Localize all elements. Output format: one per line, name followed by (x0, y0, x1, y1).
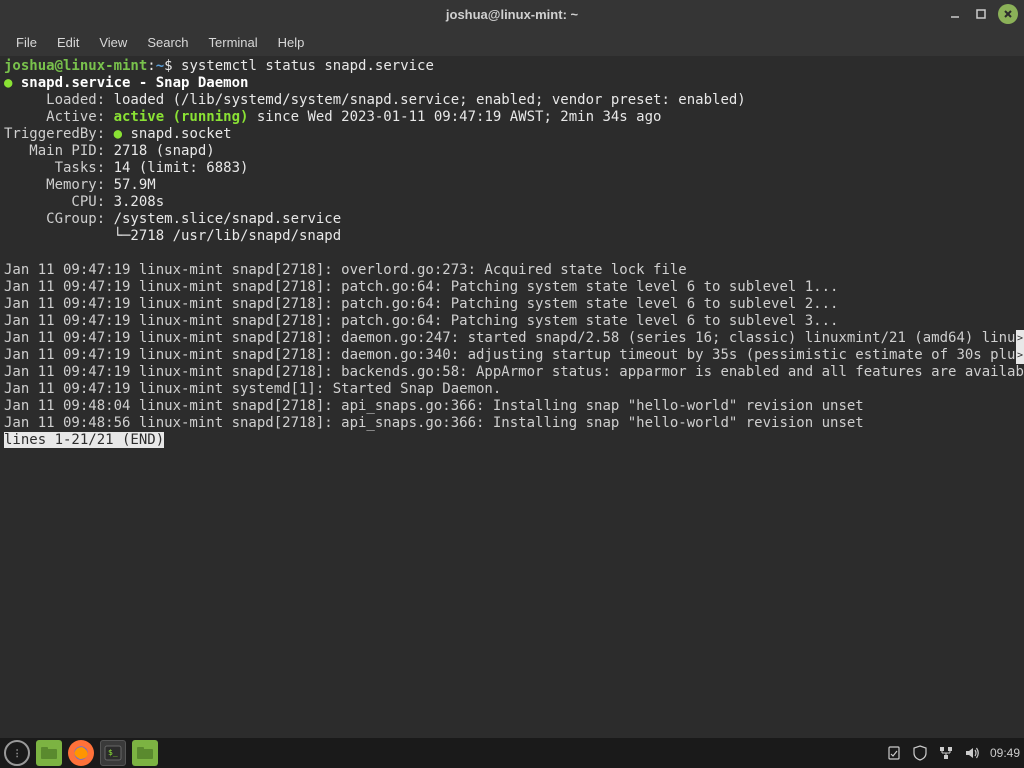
triggered-dot-icon: ● (114, 126, 122, 142)
loaded-value: loaded (/lib/systemd/system/snapd.servic… (114, 92, 746, 108)
files-launcher[interactable] (132, 740, 158, 766)
command: systemctl status snapd.service (181, 58, 434, 74)
firefox-launcher[interactable] (68, 740, 94, 766)
log-line: Jan 11 09:48:04 linux-mint snapd[2718]: … (4, 398, 864, 414)
scroll-indicator: > (1016, 330, 1024, 347)
log-line: Jan 11 09:47:19 linux-mint systemd[1]: S… (4, 381, 501, 397)
taskbar[interactable]: ⋮⋮ $_ 09:49 (0, 738, 1024, 768)
log-line: Jan 11 09:47:19 linux-mint snapd[2718]: … (4, 296, 838, 312)
log-line: Jan 11 09:47:19 linux-mint snapd[2718]: … (4, 279, 838, 295)
pager-status: lines 1-21/21 (END) (4, 432, 164, 448)
menu-terminal[interactable]: Terminal (199, 31, 268, 54)
menu-file[interactable]: File (6, 31, 47, 54)
status-dot-icon: ● (4, 75, 12, 91)
log-line: Jan 11 09:47:19 linux-mint snapd[2718]: … (4, 347, 1024, 363)
prompt-dollar: $ (164, 58, 172, 74)
terminal-area[interactable]: joshua@linux-mint:~$ systemctl status sn… (0, 56, 1024, 738)
taskbar-right: 09:49 (886, 745, 1020, 761)
clock[interactable]: 09:49 (990, 746, 1020, 760)
tasks-value: 14 (limit: 6883) (114, 160, 249, 176)
log-line: Jan 11 09:48:56 linux-mint snapd[2718]: … (4, 415, 864, 431)
command-text (173, 58, 181, 74)
log-line: Jan 11 09:47:19 linux-mint snapd[2718]: … (4, 330, 1024, 346)
prompt-user: joshua@linux-mint (4, 58, 147, 74)
show-desktop-button[interactable] (36, 740, 62, 766)
scroll-indicator: > (1016, 347, 1024, 364)
active-value: active (running) (114, 109, 249, 125)
log-line: Jan 11 09:47:19 linux-mint snapd[2718]: … (4, 262, 687, 278)
volume-icon[interactable] (964, 745, 980, 761)
prompt-sep: : (147, 58, 155, 74)
titlebar[interactable]: joshua@linux-mint: ~ (0, 0, 1024, 28)
svg-text:⋮⋮: ⋮⋮ (12, 749, 24, 759)
cgroup-label: CGroup: (4, 211, 114, 227)
window-buttons (946, 4, 1018, 24)
active-since: since Wed 2023-01-11 09:47:19 AWST; 2min… (248, 109, 661, 125)
maximize-button[interactable] (972, 5, 990, 23)
prompt-path: ~ (156, 58, 164, 74)
minimize-button[interactable] (946, 5, 964, 23)
menu-help[interactable]: Help (268, 31, 315, 54)
menubar: File Edit View Search Terminal Help (0, 28, 1024, 56)
svg-text:$_: $_ (108, 748, 118, 757)
log-line: Jan 11 09:47:19 linux-mint snapd[2718]: … (4, 364, 1024, 380)
log-line: Jan 11 09:47:19 linux-mint snapd[2718]: … (4, 313, 838, 329)
memory-value: 57.9M (114, 177, 156, 193)
terminal-window: joshua@linux-mint: ~ File Edit View Sear… (0, 0, 1024, 738)
mainpid-value: 2718 (snapd) (114, 143, 215, 159)
shield-icon[interactable] (912, 745, 928, 761)
menu-edit[interactable]: Edit (47, 31, 89, 54)
unit-name: snapd.service - Snap Daemon (21, 75, 249, 91)
active-label: Active: (4, 109, 114, 125)
triggered-label: TriggeredBy: (4, 126, 114, 142)
loaded-label: Loaded: (4, 92, 114, 108)
mint-menu-button[interactable]: ⋮⋮ (4, 740, 30, 766)
menu-search[interactable]: Search (137, 31, 198, 54)
menu-view[interactable]: View (89, 31, 137, 54)
cpu-label: CPU: (4, 194, 114, 210)
update-manager-icon[interactable] (886, 745, 902, 761)
taskbar-left: ⋮⋮ $_ (4, 740, 158, 766)
memory-label: Memory: (4, 177, 114, 193)
network-icon[interactable] (938, 745, 954, 761)
tasks-label: Tasks: (4, 160, 114, 176)
close-button[interactable] (998, 4, 1018, 24)
mainpid-label: Main PID: (4, 143, 114, 159)
triggered-value: snapd.socket (130, 126, 231, 142)
cpu-value: 3.208s (114, 194, 165, 210)
cgroup-value: /system.slice/snapd.service (114, 211, 342, 227)
window-title: joshua@linux-mint: ~ (0, 7, 1024, 22)
terminal-task-button[interactable]: $_ (100, 740, 126, 766)
cgroup-child: └─2718 /usr/lib/snapd/snapd (4, 228, 341, 244)
